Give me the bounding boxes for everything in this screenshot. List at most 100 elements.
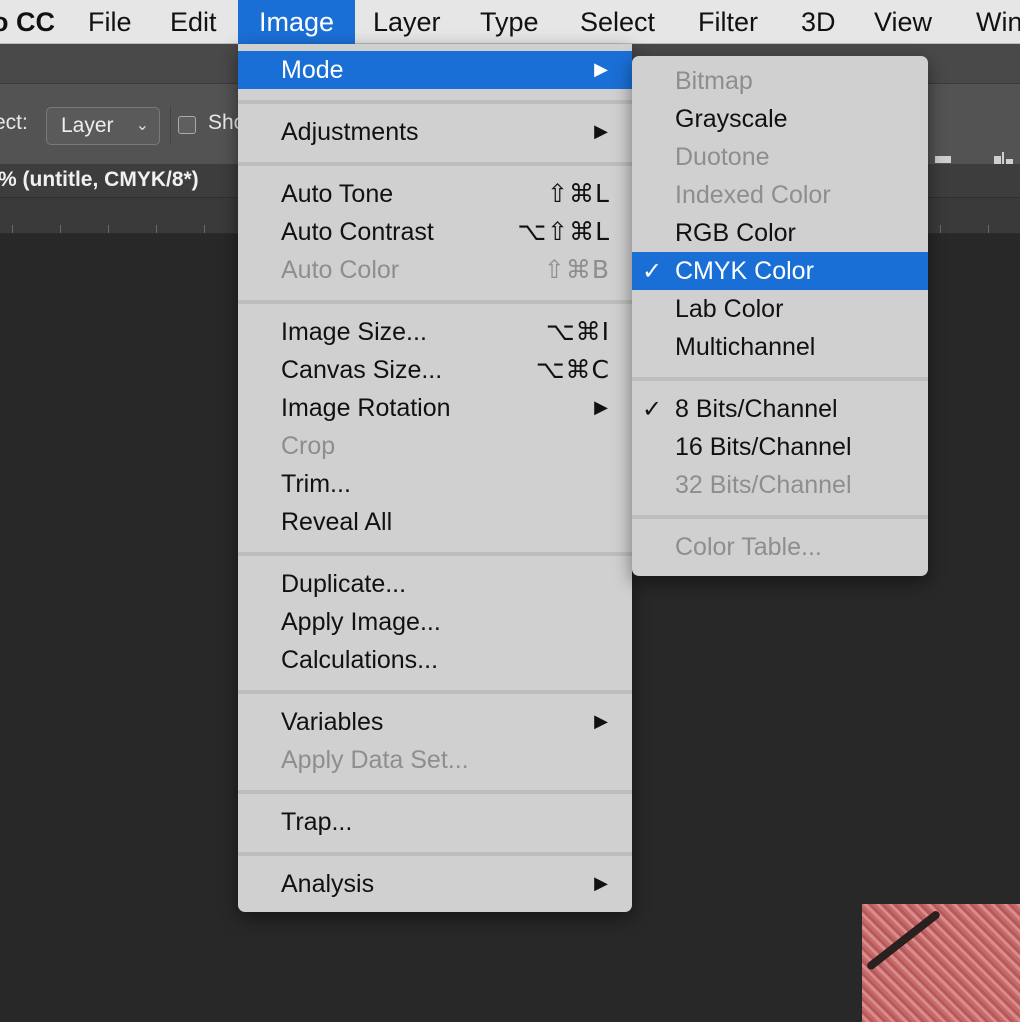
show-transform-checkbox[interactable]	[178, 116, 196, 134]
menu-item-mode[interactable]: Mode ▶	[238, 51, 632, 89]
ruler-tick	[60, 225, 61, 233]
menu-item-label: Crop	[281, 432, 336, 460]
ruler-tick	[12, 225, 13, 233]
menu-divider	[632, 515, 928, 519]
mode-item-label: Lab Color	[675, 295, 784, 323]
menu-window[interactable]: Win	[958, 0, 1020, 44]
menu-select[interactable]: Select	[562, 0, 673, 44]
menu-item-duplicate[interactable]: Duplicate...	[238, 565, 632, 603]
menu-item-shortcut: ⇧⌘L	[547, 179, 610, 208]
ruler-tick	[108, 225, 109, 233]
menu-layer[interactable]: Layer	[355, 0, 459, 44]
menu-item-auto-tone[interactable]: Auto Tone ⇧⌘L	[238, 175, 632, 213]
menu-divider	[238, 690, 632, 694]
submenu-arrow-icon: ▶	[594, 711, 608, 732]
menu-item-image-size[interactable]: Image Size... ⌥⌘I	[238, 313, 632, 351]
mode-item-32-bits: 32 Bits/Channel	[632, 466, 928, 504]
menu-item-adjustments[interactable]: Adjustments ▶	[238, 113, 632, 151]
submenu-arrow-icon: ▶	[594, 121, 608, 142]
menu-item-apply-image[interactable]: Apply Image...	[238, 603, 632, 641]
menu-file[interactable]: File	[70, 0, 150, 44]
mode-item-duotone: Duotone	[632, 138, 928, 176]
menu-divider	[238, 852, 632, 856]
menu-item-calculations[interactable]: Calculations...	[238, 641, 632, 679]
auto-select-label: ect:	[0, 111, 28, 134]
mode-item-label: Multichannel	[675, 333, 816, 361]
mode-item-multichannel[interactable]: Multichannel	[632, 328, 928, 366]
menu-3d[interactable]: 3D	[783, 0, 854, 44]
app-menu-name[interactable]: o CC	[0, 0, 55, 44]
submenu-arrow-icon: ▶	[594, 873, 608, 894]
menu-item-label: Image Rotation	[281, 394, 451, 422]
mode-item-color-table: Color Table...	[632, 528, 928, 566]
menu-divider	[632, 377, 928, 381]
ruler-tick	[204, 225, 205, 233]
menu-item-auto-color: Auto Color ⇧⌘B	[238, 251, 632, 289]
mode-item-grayscale[interactable]: Grayscale	[632, 100, 928, 138]
mode-item-label: RGB Color	[675, 219, 796, 247]
mode-item-label: Duotone	[675, 143, 770, 171]
mode-item-rgb-color[interactable]: RGB Color	[632, 214, 928, 252]
mode-item-label: Bitmap	[675, 67, 753, 95]
menu-item-canvas-size[interactable]: Canvas Size... ⌥⌘C	[238, 351, 632, 389]
mode-item-cmyk-color[interactable]: ✓ CMYK Color	[632, 252, 928, 290]
ruler-tick	[940, 225, 941, 233]
menu-edit[interactable]: Edit	[152, 0, 235, 44]
menu-item-label: Image Size...	[281, 318, 427, 346]
auto-select-value: Layer	[61, 114, 114, 137]
menu-item-shortcut: ⇧⌘B	[543, 255, 610, 284]
menu-item-variables[interactable]: Variables ▶	[238, 703, 632, 741]
menu-type[interactable]: Type	[462, 0, 557, 44]
checkmark-icon: ✓	[642, 257, 663, 285]
menu-item-label: Variables	[281, 708, 384, 736]
menu-item-auto-contrast[interactable]: Auto Contrast ⌥⇧⌘L	[238, 213, 632, 251]
mode-item-label: Grayscale	[675, 105, 788, 133]
menu-divider	[238, 162, 632, 166]
canvas-image-stroke	[865, 909, 942, 972]
menu-item-reveal-all[interactable]: Reveal All	[238, 503, 632, 541]
mode-item-indexed-color: Indexed Color	[632, 176, 928, 214]
menu-item-label: Apply Data Set...	[281, 746, 469, 774]
ruler-tick	[988, 225, 989, 233]
menu-item-shortcut: ⌥⌘C	[535, 355, 610, 384]
mode-item-bitmap: Bitmap	[632, 62, 928, 100]
menu-divider	[238, 790, 632, 794]
mode-item-16-bits[interactable]: 16 Bits/Channel	[632, 428, 928, 466]
auto-select-dropdown[interactable]: Layer ⌄	[46, 107, 160, 145]
options-divider	[170, 106, 171, 144]
menu-item-label: Calculations...	[281, 646, 439, 674]
menu-item-label: Reveal All	[281, 508, 393, 536]
mode-item-label: 16 Bits/Channel	[675, 433, 852, 461]
menu-item-shortcut: ⌥⇧⌘L	[517, 217, 610, 246]
ruler-tick	[156, 225, 157, 233]
menu-divider	[238, 552, 632, 556]
mode-item-8-bits[interactable]: ✓ 8 Bits/Channel	[632, 390, 928, 428]
menu-item-image-rotation[interactable]: Image Rotation ▶	[238, 389, 632, 427]
menu-item-crop: Crop	[238, 427, 632, 465]
mode-item-label: Indexed Color	[675, 181, 831, 209]
mode-submenu: Bitmap Grayscale Duotone Indexed Color R…	[632, 56, 928, 576]
menu-item-label: Trim...	[281, 470, 351, 498]
menu-item-label: Trap...	[281, 808, 353, 836]
menu-view[interactable]: View	[856, 0, 950, 44]
menu-bar: o CC File Edit Image Layer Type Select F…	[0, 0, 1020, 44]
menu-filter[interactable]: Filter	[680, 0, 776, 44]
menu-item-label: Adjustments	[281, 118, 419, 146]
menu-item-trim[interactable]: Trim...	[238, 465, 632, 503]
menu-image[interactable]: Image	[238, 0, 355, 44]
menu-item-analysis[interactable]: Analysis ▶	[238, 865, 632, 903]
menu-item-label: Apply Image...	[281, 608, 441, 636]
menu-item-label: Analysis	[281, 870, 375, 898]
submenu-arrow-icon: ▶	[594, 59, 608, 80]
mode-item-lab-color[interactable]: Lab Color	[632, 290, 928, 328]
menu-item-label: Auto Color	[281, 256, 400, 284]
menu-item-apply-data-set: Apply Data Set...	[238, 741, 632, 779]
menu-item-shortcut: ⌥⌘I	[545, 317, 610, 346]
menu-item-label: Auto Tone	[281, 180, 394, 208]
menu-item-label: Mode	[281, 56, 344, 84]
menu-item-trap[interactable]: Trap...	[238, 803, 632, 841]
mode-item-label: Color Table...	[675, 533, 822, 561]
submenu-arrow-icon: ▶	[594, 397, 608, 418]
menu-item-label: Duplicate...	[281, 570, 407, 598]
checkmark-icon: ✓	[642, 395, 663, 423]
